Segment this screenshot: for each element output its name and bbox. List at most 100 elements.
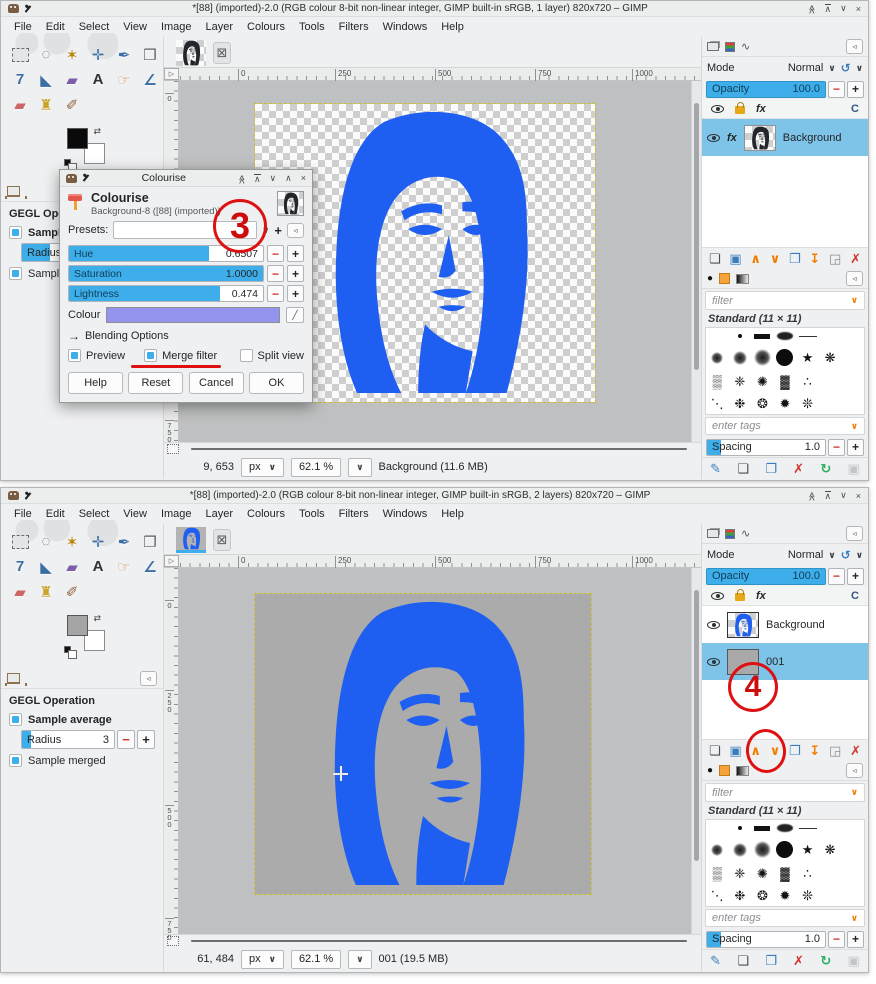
vertical-scrollbar[interactable] — [691, 81, 701, 442]
menu-help[interactable]: Help — [434, 506, 471, 522]
brush-thumb[interactable] — [732, 350, 747, 365]
duplicate-brush-button[interactable]: ❐ — [765, 461, 777, 477]
opacity-decrease-button[interactable]: − — [828, 567, 845, 585]
brush-thumb[interactable] — [754, 333, 771, 339]
menu-colours[interactable]: Colours — [240, 506, 292, 522]
mode-dropdown-icon[interactable]: ∨ — [828, 63, 835, 74]
merge-down-button[interactable]: ↧ — [809, 251, 820, 267]
colour-picker-button[interactable]: ╱ — [286, 307, 304, 323]
minimize-icon[interactable]: ∨ — [840, 3, 847, 14]
filter-dropdown-icon[interactable]: ∨ — [851, 295, 858, 306]
duplicate-brush-button[interactable]: ❐ — [765, 953, 777, 969]
horizontal-ruler[interactable]: ▷ 0 250 500 750 1000 — [164, 554, 701, 568]
cancel-button[interactable]: Cancel — [188, 372, 244, 394]
paintbrush-tool[interactable]: ✐ — [60, 580, 84, 603]
rectangle-select-tool[interactable] — [8, 530, 32, 553]
gradients-tab-icon[interactable] — [736, 765, 750, 776]
brush-thumb[interactable]: ★ — [802, 351, 814, 364]
sample-average-checkbox[interactable] — [9, 226, 22, 239]
refresh-brushes-button[interactable]: ↻ — [820, 461, 831, 477]
add-preset-icon[interactable]: + — [274, 223, 282, 238]
brush-thumb[interactable]: ❈ — [734, 867, 745, 880]
brush-thumb[interactable]: ▓ — [780, 375, 789, 388]
shade-icon[interactable]: ≪ — [236, 174, 247, 181]
unit-dropdown[interactable]: px ∨ — [241, 457, 284, 477]
delete-layer-button[interactable]: ✗ — [850, 251, 861, 267]
crop-tool[interactable]: ❒ — [138, 43, 162, 66]
new-layer-button[interactable]: ❏ — [709, 743, 721, 759]
quick-mask-toggle[interactable] — [167, 444, 179, 454]
sample-merged-checkbox[interactable] — [9, 267, 22, 280]
ruler-origin-button[interactable]: ▷ — [164, 555, 179, 567]
brush-thumb[interactable]: ❋ — [825, 843, 836, 856]
brush-thumb[interactable]: ∴ — [803, 375, 811, 388]
opacity-increase-button[interactable]: + — [847, 567, 864, 585]
spacing-increase-button[interactable]: + — [847, 930, 864, 948]
layer-name[interactable]: Background — [783, 132, 863, 144]
zoom-value[interactable]: 62.1 % — [290, 457, 342, 477]
visibility-column-icon[interactable] — [711, 591, 724, 600]
clone-tool[interactable]: ♜ — [34, 580, 58, 603]
horizontal-scrollbar[interactable] — [183, 443, 701, 455]
visibility-column-icon[interactable] — [711, 104, 724, 113]
paths-tab-icon[interactable]: ∿ — [741, 40, 750, 53]
keep-above-icon[interactable]: ∧ — [824, 491, 832, 501]
gradient-tool[interactable]: ▰ — [60, 555, 84, 578]
brush-thumb[interactable]: ▒ — [713, 375, 722, 388]
crop-tool[interactable]: ❒ — [138, 530, 162, 553]
new-brush-button[interactable]: ❏ — [737, 461, 749, 477]
sample-merged-checkbox[interactable] — [9, 754, 22, 767]
brush-thumb[interactable]: ❉ — [734, 397, 745, 410]
opacity-decrease-button[interactable]: − — [828, 80, 845, 98]
bucket-fill-tool[interactable]: ◣ — [34, 555, 58, 578]
brush-filter-input[interactable]: filter — [712, 295, 851, 307]
pin-icon[interactable] — [82, 174, 90, 182]
brush-thumb[interactable] — [798, 827, 817, 829]
close-icon[interactable]: × — [856, 491, 861, 501]
fg-bg-colors[interactable]: ⇄ — [64, 613, 107, 659]
brush-thumb[interactable] — [776, 349, 794, 367]
default-colors-icon[interactable] — [64, 159, 77, 172]
spacing-decrease-button[interactable]: − — [828, 930, 845, 948]
keep-above-icon[interactable]: ∧ — [253, 173, 261, 183]
ok-button[interactable]: OK — [248, 372, 304, 394]
default-colors-icon[interactable] — [64, 646, 77, 659]
fuzzy-select-tool[interactable]: ✶ — [60, 530, 84, 553]
split-view-checkbox[interactable] — [239, 349, 253, 362]
layer-visibility-icon[interactable] — [707, 620, 720, 629]
saturation-decrease-button[interactable]: − — [267, 265, 284, 282]
layer-name[interactable]: Background — [766, 619, 863, 631]
maximize-icon[interactable]: ∧ — [285, 173, 292, 184]
open-brush-button[interactable]: ▣ — [847, 953, 859, 969]
opacity-slider[interactable]: Opacity 100.0 — [706, 567, 826, 585]
foreground-color-swatch[interactable] — [67, 128, 88, 149]
merge-down-button[interactable]: ↧ — [809, 743, 820, 759]
fg-bg-colors[interactable]: ⇄ — [64, 126, 107, 172]
brush-thumb[interactable] — [754, 825, 771, 831]
ruler-origin-button[interactable]: ▷ — [164, 68, 179, 80]
shade-icon[interactable]: ≪ — [806, 5, 817, 12]
lightness-decrease-button[interactable]: − — [267, 285, 284, 302]
layer-row-background[interactable]: fx Background — [702, 119, 868, 156]
default-image-icon[interactable]: ⊠ — [213, 529, 231, 551]
opacity-slider[interactable]: Opacity 100.0 — [706, 80, 826, 98]
tool-options-tab-icon[interactable] — [5, 186, 27, 199]
horizontal-scrollbar[interactable] — [183, 935, 701, 947]
brushes-tab-icon[interactable]: ● — [707, 273, 713, 284]
gradients-tab-icon[interactable] — [736, 273, 750, 284]
text-tool[interactable]: A — [86, 555, 110, 578]
fuzzy-select-tool[interactable]: ✶ — [60, 43, 84, 66]
effects-column-icon[interactable]: fx — [756, 590, 766, 602]
brush-thumb[interactable]: ⋱ — [711, 889, 724, 902]
eraser-tool[interactable]: ▰ — [8, 580, 32, 603]
layer-fx-icon[interactable]: fx — [727, 132, 737, 144]
saturation-increase-button[interactable]: + — [287, 265, 304, 282]
patterns-tab-icon[interactable] — [719, 273, 731, 284]
menu-windows[interactable]: Windows — [376, 506, 435, 522]
close-icon[interactable]: × — [856, 4, 861, 14]
channels-tab-icon[interactable] — [725, 528, 735, 539]
mode-options-icon[interactable]: ∨ — [856, 550, 863, 561]
minimize-icon[interactable]: ∨ — [270, 173, 277, 184]
menu-tools[interactable]: Tools — [292, 19, 332, 35]
brush-tags-input[interactable]: enter tags — [712, 912, 851, 924]
